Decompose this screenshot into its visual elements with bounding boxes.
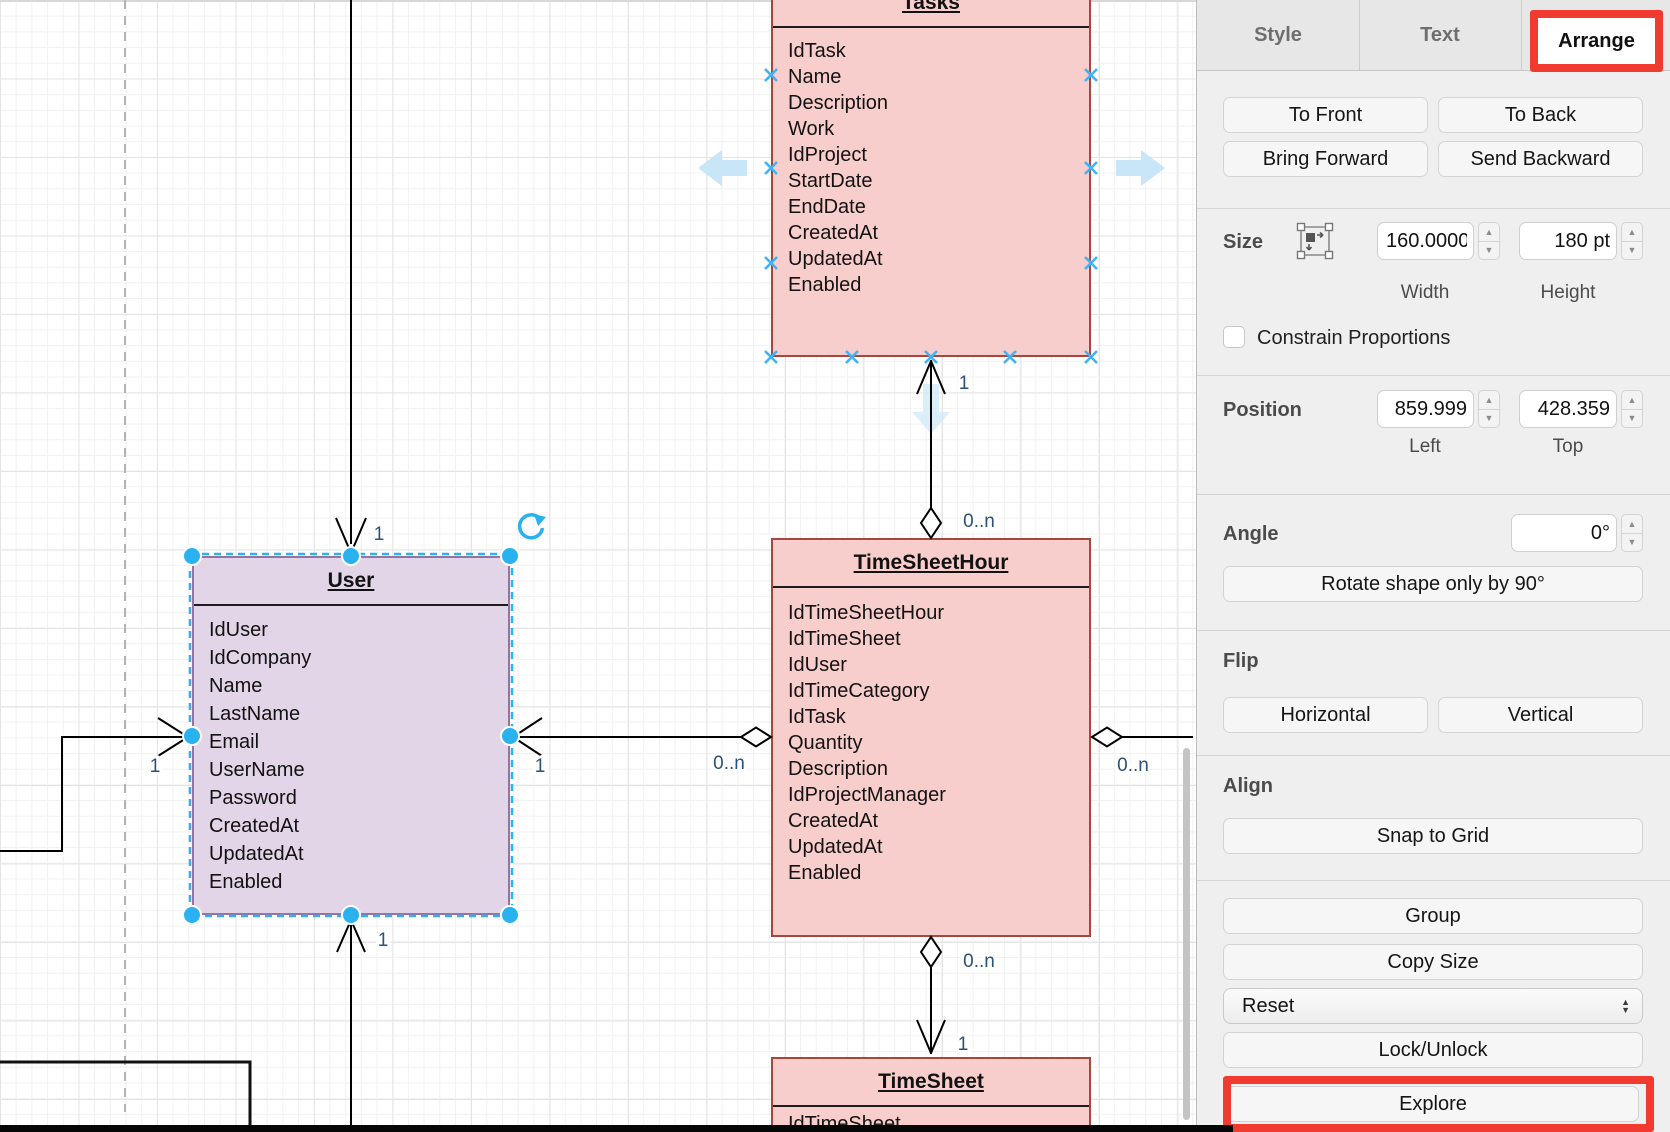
position-left-stepper[interactable]: ▲ ▼ bbox=[1478, 390, 1500, 428]
tab-separator bbox=[1359, 0, 1360, 70]
stepper-down-icon[interactable]: ▼ bbox=[1478, 409, 1500, 429]
autosize-icon[interactable] bbox=[1295, 221, 1335, 261]
select-arrows-icon: ▲▼ bbox=[1621, 998, 1630, 1014]
panel-divider bbox=[1197, 375, 1670, 376]
stepper-up-icon[interactable]: ▲ bbox=[1621, 222, 1643, 241]
constrain-proportions-checkbox[interactable] bbox=[1223, 326, 1245, 348]
panel-divider bbox=[1197, 755, 1670, 756]
position-top-stepper[interactable]: ▲ ▼ bbox=[1621, 390, 1643, 428]
tab-text[interactable]: Text bbox=[1359, 0, 1521, 70]
align-section-label: Align bbox=[1223, 775, 1273, 798]
stepper-up-icon[interactable]: ▲ bbox=[1478, 390, 1500, 409]
format-panel: Style Text Arrange To Front To Back Brin… bbox=[1196, 0, 1670, 1132]
connection-x-markers bbox=[765, 69, 1097, 363]
panel-divider bbox=[1197, 630, 1670, 631]
selection-handles[interactable] bbox=[183, 547, 519, 924]
reset-select[interactable]: Reset ▲▼ bbox=[1223, 988, 1643, 1024]
panel-divider bbox=[1197, 494, 1670, 495]
cardinality-label: 0..n bbox=[1117, 755, 1149, 776]
width-stepper[interactable]: ▲ ▼ bbox=[1478, 222, 1500, 260]
stepper-down-icon[interactable]: ▼ bbox=[1621, 409, 1643, 429]
constrain-proportions-label: Constrain Proportions bbox=[1257, 327, 1450, 350]
bottom-window-edge bbox=[0, 1125, 1233, 1132]
width-input[interactable] bbox=[1377, 222, 1474, 260]
rotate-handle-icon[interactable] bbox=[520, 514, 546, 538]
stepper-down-icon[interactable]: ▼ bbox=[1621, 533, 1643, 553]
panel-divider bbox=[1197, 880, 1670, 881]
position-top-label: Top bbox=[1553, 436, 1584, 458]
flip-horizontal-button[interactable]: Horizontal bbox=[1223, 697, 1428, 733]
bring-forward-button[interactable]: Bring Forward bbox=[1223, 141, 1428, 177]
position-left-input[interactable] bbox=[1377, 390, 1474, 428]
to-back-button[interactable]: To Back bbox=[1438, 97, 1643, 133]
selection-outline-user bbox=[190, 554, 512, 916]
canvas-vertical-scrollbar[interactable] bbox=[1183, 748, 1190, 1120]
cardinality-label: 1 bbox=[535, 756, 546, 777]
send-backward-button[interactable]: Send Backward bbox=[1438, 141, 1643, 177]
stepper-up-icon[interactable]: ▲ bbox=[1478, 222, 1500, 241]
tab-separator bbox=[1521, 0, 1522, 70]
position-left-label: Left bbox=[1409, 436, 1441, 458]
position-top-input[interactable] bbox=[1519, 390, 1617, 428]
flip-section-label: Flip bbox=[1223, 650, 1259, 673]
rotate-90-button[interactable]: Rotate shape only by 90° bbox=[1223, 566, 1643, 602]
group-button[interactable]: Group bbox=[1223, 898, 1643, 934]
tab-arrange[interactable]: Arrange bbox=[1558, 30, 1635, 53]
width-label: Width bbox=[1401, 282, 1450, 304]
cardinality-label: 1 bbox=[150, 756, 161, 777]
cardinality-label: 1 bbox=[959, 373, 970, 394]
hover-arrow-left-icon[interactable] bbox=[698, 150, 747, 186]
position-section-label: Position bbox=[1223, 399, 1302, 422]
lock-unlock-button[interactable]: Lock/Unlock bbox=[1223, 1032, 1643, 1068]
edge-timesheethour-timesheet[interactable] bbox=[917, 937, 945, 1054]
flip-vertical-button[interactable]: Vertical bbox=[1438, 697, 1643, 733]
stepper-up-icon[interactable]: ▲ bbox=[1621, 390, 1643, 409]
stepper-up-icon[interactable]: ▲ bbox=[1621, 514, 1643, 533]
hover-arrow-right-icon[interactable] bbox=[1116, 150, 1165, 186]
panel-divider bbox=[1197, 208, 1670, 209]
edge-timesheethour-right[interactable] bbox=[1092, 728, 1193, 747]
height-input[interactable] bbox=[1519, 222, 1617, 260]
annotation-arrange-box: Arrange bbox=[1530, 10, 1663, 72]
height-label: Height bbox=[1541, 282, 1596, 304]
edge-user-timesheethour[interactable] bbox=[512, 718, 771, 756]
tab-style[interactable]: Style bbox=[1197, 0, 1359, 70]
edge-into-user-left[interactable] bbox=[0, 718, 188, 851]
cardinality-label: 0..n bbox=[963, 951, 995, 972]
cardinality-label: 1 bbox=[374, 524, 385, 545]
cardinality-label: 0..n bbox=[963, 511, 995, 532]
edge-user-bottom[interactable] bbox=[337, 920, 365, 1132]
angle-input[interactable] bbox=[1511, 514, 1617, 552]
to-front-button[interactable]: To Front bbox=[1223, 97, 1428, 133]
edge-tasks-timesheethour[interactable] bbox=[917, 360, 945, 538]
cardinality-label: 1 bbox=[378, 930, 389, 951]
size-section-label: Size bbox=[1223, 231, 1263, 254]
cardinality-label: 0..n bbox=[713, 753, 745, 774]
edges-overlay: 1 1 1 0..n 0..n 1 0..n 0..n 1 1 bbox=[0, 0, 1196, 1132]
cardinality-label: 1 bbox=[958, 1034, 969, 1055]
angle-section-label: Angle bbox=[1223, 523, 1279, 546]
edge-into-user-top[interactable] bbox=[336, 0, 366, 553]
reset-select-value: Reset bbox=[1242, 995, 1294, 1018]
angle-stepper[interactable]: ▲ ▼ bbox=[1621, 514, 1643, 552]
annotation-explore-box bbox=[1223, 1076, 1654, 1132]
snap-to-grid-button[interactable]: Snap to Grid bbox=[1223, 818, 1643, 854]
height-stepper[interactable]: ▲ ▼ bbox=[1621, 222, 1643, 260]
stepper-down-icon[interactable]: ▼ bbox=[1621, 241, 1643, 261]
stepper-down-icon[interactable]: ▼ bbox=[1478, 241, 1500, 261]
copy-size-button[interactable]: Copy Size bbox=[1223, 944, 1643, 980]
diagram-canvas[interactable]: Tasks IdTask Name Description Work IdPro… bbox=[0, 0, 1196, 1132]
